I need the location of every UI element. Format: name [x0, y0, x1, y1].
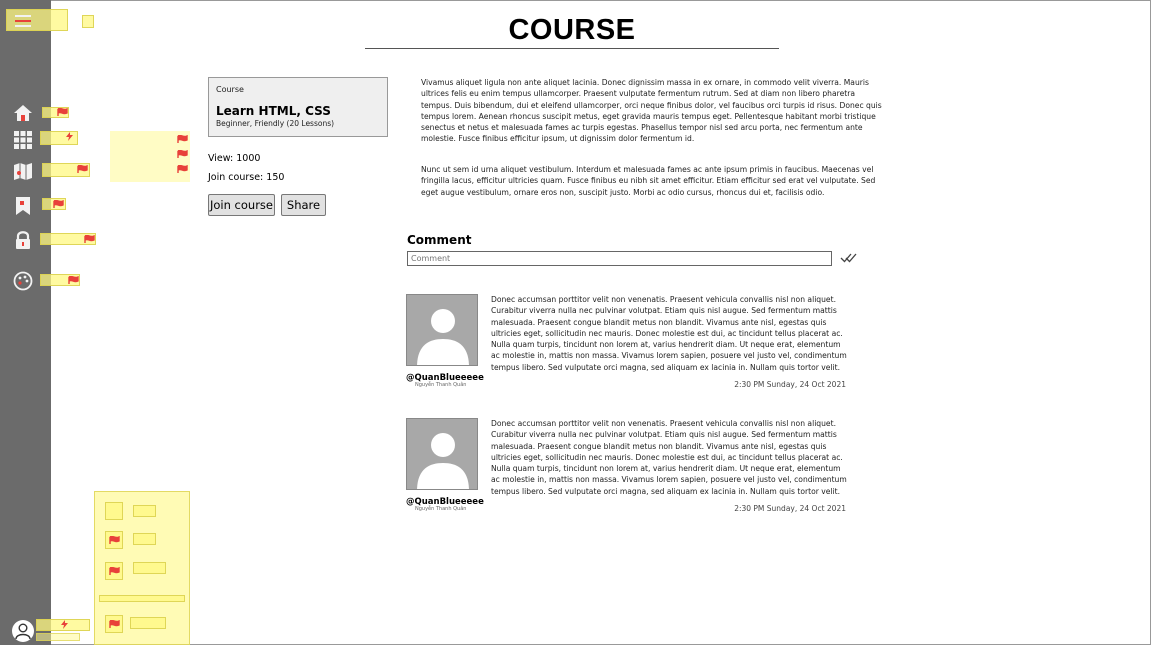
grid-bolt-icon: [66, 132, 73, 141]
map-flag-icon: [77, 165, 88, 173]
lock-flag-icon: [84, 235, 95, 243]
bookmark-icon[interactable]: [12, 195, 34, 217]
user-icon[interactable]: [12, 620, 34, 642]
sidebar: [0, 0, 51, 645]
course-category: Course: [216, 85, 244, 94]
user-tooltip-sub: [36, 633, 80, 641]
home-flag-icon: [57, 108, 68, 116]
account-flag-icon: [109, 620, 120, 628]
comment-input[interactable]: [407, 251, 832, 266]
comment-text: Donec accumsan porttitor velit non venen…: [491, 419, 847, 496]
account-flag-icon: [109, 567, 120, 575]
join-count: Join course: 150: [208, 172, 285, 183]
account-popup-item-icon[interactable]: [105, 502, 123, 520]
comment-realname: Nguyễn Thanh Quân: [415, 506, 467, 512]
course-card: Course Learn HTML, CSS Beginner, Friendl…: [208, 77, 388, 137]
account-popup-item[interactable]: [133, 562, 166, 574]
comment-time: 2:30 PM Sunday, 24 Oct 2021: [734, 380, 846, 389]
map-icon[interactable]: [12, 160, 34, 182]
submenu-flag-icon: [177, 165, 188, 173]
palette-flag-icon: [68, 276, 79, 284]
palette-icon[interactable]: [12, 270, 34, 292]
grid-icon[interactable]: [12, 129, 34, 151]
share-button[interactable]: Share: [281, 194, 326, 216]
account-popup-divider: [99, 595, 185, 602]
title-underline: [365, 48, 779, 49]
account-popup-item[interactable]: [130, 617, 166, 629]
user-bolt-icon: [61, 620, 68, 629]
account-popup-item[interactable]: [133, 505, 156, 517]
bookmark-flag-icon: [53, 200, 64, 208]
course-subtitle: Beginner, Friendly (20 Lessons): [216, 119, 335, 128]
comment-heading: Comment: [407, 233, 472, 247]
page-title: COURSE: [508, 14, 636, 46]
lock-icon[interactable]: [12, 229, 34, 251]
avatar: [406, 294, 478, 366]
account-popup-item[interactable]: [133, 533, 156, 545]
home-icon[interactable]: [12, 102, 34, 124]
send-check-icon[interactable]: [840, 252, 858, 264]
description-paragraph-2: Nunc ut sem id urna aliquet vestibulum. …: [421, 165, 876, 197]
description-paragraph-1: Vivamus aliquet ligula non ante aliquet …: [421, 78, 882, 144]
avatar: [406, 418, 478, 490]
comment-text: Donec accumsan porttitor velit non venen…: [491, 295, 847, 372]
submenu-flag-icon: [177, 135, 188, 143]
account-flag-icon: [109, 536, 120, 544]
menu-tooltip-marker: [82, 15, 94, 28]
submenu-flag-icon: [177, 150, 188, 158]
course-name: Learn HTML, CSS: [216, 104, 331, 118]
comment-realname: Nguyễn Thanh Quân: [415, 382, 467, 388]
view-count: View: 1000: [208, 153, 261, 164]
comment-time: 2:30 PM Sunday, 24 Oct 2021: [734, 504, 846, 513]
menu-icon[interactable]: [12, 10, 34, 32]
join-course-button[interactable]: Join course: [208, 194, 275, 216]
